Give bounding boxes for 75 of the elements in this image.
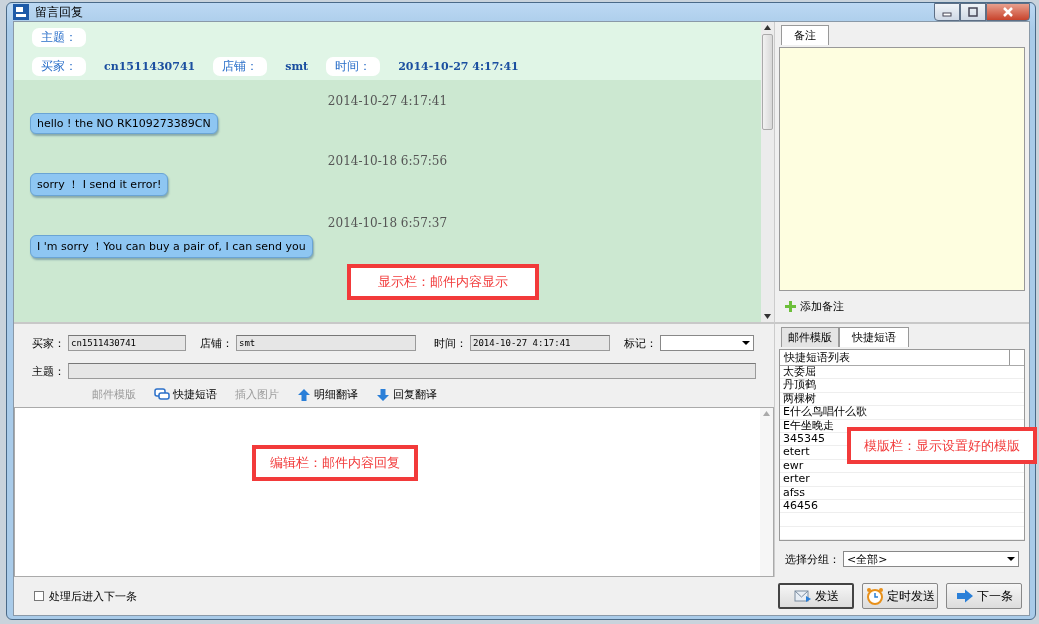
dropdown[interactable]: [660, 335, 754, 351]
field-label: 时间：: [326, 57, 381, 76]
timer-button[interactable]: 定时发送: [862, 583, 938, 609]
dropdown-arrow-icon: [1007, 557, 1015, 561]
list-item[interactable]: erter: [783, 473, 810, 486]
field-label: 买家：: [32, 335, 65, 351]
text-field[interactable]: cn1511430741: [68, 335, 186, 351]
annotation-label: 模版栏：显示设置好的模版: [847, 427, 1037, 464]
message-bubble: hello ! the NO RK109273389CN: [30, 113, 218, 134]
scroll-up-icon: [764, 25, 771, 30]
notes-tab[interactable]: 备注: [781, 25, 829, 45]
toolbar-button[interactable]: 快捷短语: [152, 386, 219, 403]
plus-icon: [785, 301, 796, 312]
maximize-button[interactable]: [960, 3, 986, 21]
list-item[interactable]: E什么鸟唱什么歌: [783, 406, 867, 419]
scrollbar-thumb[interactable]: [762, 34, 773, 130]
template-tab[interactable]: 邮件模版: [781, 327, 839, 347]
list-item[interactable]: 345345: [783, 432, 825, 445]
envelope-icon: [793, 589, 812, 603]
dropdown-arrow-icon: [742, 341, 750, 345]
scroll-up-icon: [763, 411, 770, 416]
subject-label: 主题：: [32, 28, 86, 47]
scrollbar[interactable]: [760, 408, 773, 576]
reply-text-area[interactable]: [14, 407, 774, 577]
list-item[interactable]: 46456: [783, 499, 818, 512]
field-label: 时间：: [434, 335, 467, 351]
group-dropdown[interactable]: <全部>: [843, 551, 1019, 567]
send-button[interactable]: 发送: [778, 583, 854, 609]
toolbar-button[interactable]: 回复翻译: [374, 386, 439, 403]
scrollbar[interactable]: [761, 22, 774, 322]
field-value: 2014-10-27 4:17:41: [398, 60, 519, 73]
list-item[interactable]: 丹顶鹤: [783, 379, 816, 392]
message-bubble: sorry ！ I send it error!: [30, 173, 169, 196]
text-field[interactable]: 2014-10-27 4:17:41: [470, 335, 610, 351]
field-value: smt: [285, 60, 309, 73]
list-item[interactable]: E午坐晚走: [783, 419, 834, 432]
maximize-icon: [968, 7, 978, 17]
window-title: 留言回复: [35, 3, 83, 21]
minimize-button[interactable]: [934, 3, 960, 21]
toolbar-button[interactable]: 明细翻译: [295, 386, 360, 403]
field-label: 买家：: [32, 57, 86, 76]
notes-field[interactable]: [779, 47, 1025, 291]
close-button[interactable]: [986, 3, 1030, 21]
up-arrow-icon: [297, 387, 311, 402]
next-after-checkbox[interactable]: 处理后进入下一条: [34, 588, 137, 604]
message-timestamp: 2014-10-18 6:57:56: [326, 153, 449, 170]
template-tab[interactable]: 快捷短语: [839, 327, 909, 347]
message-bubble: I 'm sorry ！You can buy a pair of, I can send you: [30, 235, 313, 258]
alarm-clock-icon: [865, 587, 884, 605]
message-timestamp: 2014-10-27 4:17:41: [326, 93, 449, 110]
field-label: 店铺：: [200, 335, 233, 351]
annotation-label: 显示栏：邮件内容显示: [347, 264, 539, 300]
field-label: 标记：: [624, 335, 657, 351]
subject-field[interactable]: [68, 363, 756, 379]
field-value: cn1511430741: [104, 60, 196, 73]
field-label: 店铺：: [213, 57, 268, 76]
list-item[interactable]: 两棵树: [783, 392, 816, 405]
next-button[interactable]: 下一条: [946, 583, 1022, 609]
text-field[interactable]: smt: [236, 335, 416, 351]
message-timestamp: 2014-10-18 6:57:37: [326, 215, 449, 232]
annotation-label: 编辑栏：邮件内容回复: [252, 445, 418, 481]
list-item[interactable]: afss: [783, 486, 806, 499]
close-icon: [1002, 7, 1014, 17]
list-item[interactable]: ewr: [783, 459, 804, 472]
list-item[interactable]: 太委屈: [783, 366, 816, 378]
right-arrow-icon: [955, 589, 974, 603]
group-label: 选择分组：: [785, 551, 840, 567]
chat-icon: [154, 387, 170, 402]
subject-label: 主题：: [32, 363, 65, 379]
add-note-button[interactable]: 添加备注: [779, 291, 850, 322]
app-icon: [13, 4, 29, 20]
scroll-down-icon: [764, 314, 771, 319]
down-arrow-icon: [376, 387, 390, 402]
column-header[interactable]: 快捷短语列表: [780, 350, 1010, 365]
list-item[interactable]: etert: [783, 446, 810, 459]
